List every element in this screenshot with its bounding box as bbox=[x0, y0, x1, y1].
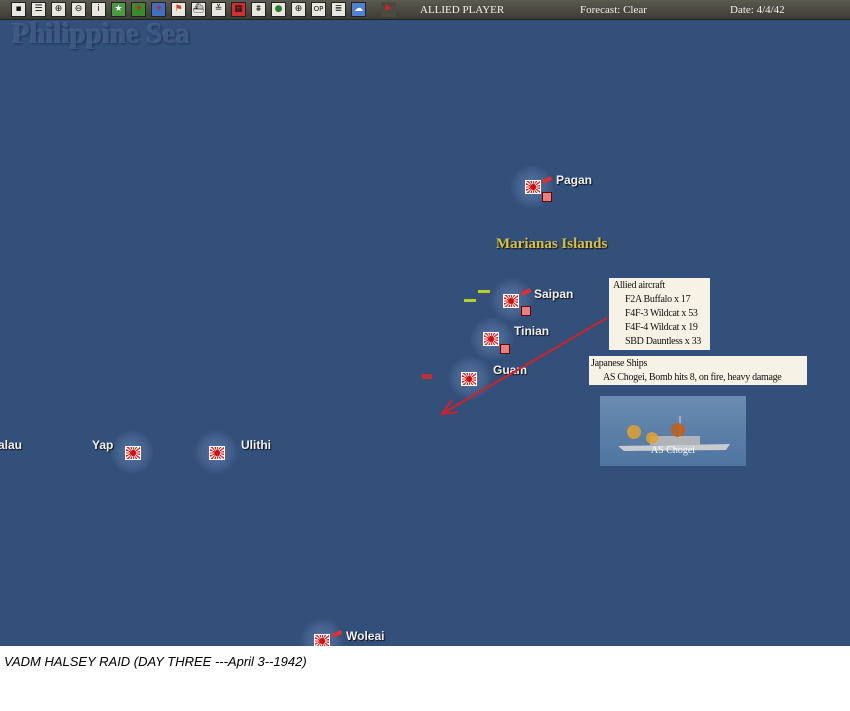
end-turn-icon[interactable]: ▶ bbox=[381, 2, 396, 17]
ship-icon[interactable]: ⛴ bbox=[191, 2, 206, 17]
caption: VADM HALSEY RAID (DAY THREE ---April 3--… bbox=[4, 654, 307, 669]
tooltip-title: Allied aircraft bbox=[613, 280, 665, 291]
aircraft-entry: F4F-4 Wildcat x 19 bbox=[625, 322, 698, 333]
toolbar: ▪ ☰ ⊕ ⊖ i ★ ✈ ✈ ⚑ ⛴ ≚ ▦ ⩩ ● ⊕ OP ≣ ☁ ▶ ALLIED PLAYER Forecas… bbox=[0, 0, 850, 20]
ship-group-icon[interactable]: ⊖ bbox=[71, 2, 86, 17]
operations-icon[interactable]: OP bbox=[311, 2, 326, 17]
log-icon[interactable]: ≣ bbox=[331, 2, 346, 17]
bomber-icon[interactable]: ✈ bbox=[151, 2, 166, 17]
ship-name-label: AS Chogei bbox=[650, 445, 696, 456]
aircraft-entry: F2A Buffalo x 17 bbox=[625, 294, 691, 305]
land-unit-icon[interactable]: ⩩ bbox=[251, 2, 266, 17]
aircraft-entry: F4F-3 Wildcat x 53 bbox=[625, 308, 698, 319]
japanese-ships-tooltip: Japanese Ships AS Chogei, Bomb hits 8, o… bbox=[589, 356, 807, 385]
info-icon[interactable]: i bbox=[91, 2, 106, 17]
flag-icon[interactable]: ⚑ bbox=[171, 2, 186, 17]
allied-aircraft-tooltip: Allied aircraft F2A Buffalo x 17 F4F-3 W… bbox=[609, 278, 710, 350]
ship-damage-entry: AS Chogei, Bomb hits 8, on fire, heavy d… bbox=[603, 372, 782, 383]
player-label: ALLIED PLAYER bbox=[420, 4, 505, 16]
target-icon[interactable]: ⊕ bbox=[291, 2, 306, 17]
aircraft-entry: SBD Dauntless x 33 bbox=[625, 336, 701, 347]
convoy-icon[interactable]: ≚ bbox=[211, 2, 226, 17]
territory-icon[interactable]: ▦ bbox=[231, 2, 246, 17]
map[interactable]: Philippine Sea Pagan Marianas Islands Sa… bbox=[0, 20, 850, 646]
air-group-icon[interactable]: ⊕ bbox=[51, 2, 66, 17]
tooltip-title: Japanese Ships bbox=[591, 358, 648, 369]
fighter-icon[interactable]: ✈ bbox=[131, 2, 146, 17]
victory-star-icon[interactable]: ★ bbox=[111, 2, 126, 17]
globe-icon[interactable]: ● bbox=[271, 2, 286, 17]
ship-hit-image: AS Chogei bbox=[600, 396, 746, 466]
weather-icon[interactable]: ☁ bbox=[351, 2, 366, 17]
save-icon[interactable]: ▪ bbox=[11, 2, 26, 17]
list-icon[interactable]: ☰ bbox=[31, 2, 46, 17]
strike-arrow bbox=[439, 317, 608, 416]
forecast-label: Forecast: Clear bbox=[580, 4, 647, 16]
date-label: Date: 4/4/42 bbox=[730, 4, 785, 16]
